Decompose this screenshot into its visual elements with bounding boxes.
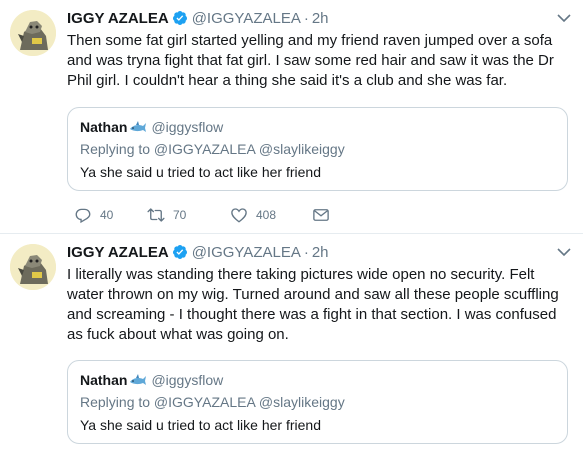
retweet-button[interactable]: 70	[147, 205, 186, 225]
retweet-count: 70	[173, 208, 187, 222]
shark-emoji-icon	[130, 374, 147, 385]
replying-to: Replying to @IGGYAZALEA @slaylikeiggy	[80, 141, 345, 157]
timestamp[interactable]: 2h	[312, 244, 329, 261]
quoted-tweet[interactable]: Nathan @iggysflow Replying to @IGGYAZALEA…	[67, 360, 568, 444]
quoted-tweet-text: Ya she said u tried to act like her frie…	[80, 417, 321, 433]
tweet-text: Then some fat girl started yelling and m…	[67, 32, 554, 89]
quoted-author-handle: @iggysflow	[151, 372, 224, 388]
like-button[interactable]: 408	[230, 205, 276, 225]
separator-dot: ·	[303, 244, 309, 261]
direct-message-button[interactable]	[312, 205, 330, 225]
like-count: 408	[256, 208, 277, 222]
tweet[interactable]: IGGY AZALEA @IGGYAZALEA · 2h I literally wa…	[0, 234, 583, 455]
quoted-author-handle: @iggysflow	[151, 119, 224, 135]
reply-icon	[75, 208, 91, 224]
author-name[interactable]: IGGY AZALEA	[67, 10, 169, 27]
reply-count: 40	[100, 208, 114, 222]
direct-message-icon	[313, 209, 329, 221]
author-handle[interactable]: @IGGYAZALEA	[192, 244, 301, 261]
replying-to: Replying to @IGGYAZALEA @slaylikeiggy	[80, 394, 345, 410]
quoted-tweet-text: Ya she said u tried to act like her frie…	[80, 164, 321, 180]
chevron-down-icon[interactable]	[557, 13, 571, 23]
tweet-text: I literally was standing there taking pi…	[67, 266, 559, 343]
author-name[interactable]: IGGY AZALEA	[67, 244, 169, 261]
timestamp[interactable]: 2h	[312, 10, 329, 27]
quoted-author-name: Nathan	[80, 119, 128, 135]
verified-badge-icon	[172, 11, 187, 25]
avatar[interactable]	[10, 10, 56, 56]
verified-badge-icon	[172, 245, 187, 259]
retweet-icon	[147, 208, 165, 222]
tweet[interactable]: IGGY AZALEA @IGGYAZALEA · 2h Then some fat …	[0, 0, 583, 233]
reply-button[interactable]: 40	[74, 205, 113, 225]
like-icon	[231, 208, 247, 223]
author-handle[interactable]: @IGGYAZALEA	[192, 10, 301, 27]
separator-dot: ·	[303, 10, 309, 27]
quoted-author-name: Nathan	[80, 372, 128, 388]
quoted-tweet[interactable]: Nathan @iggysflow Replying to @IGGYAZALEA…	[67, 107, 568, 191]
chevron-down-icon[interactable]	[557, 247, 571, 257]
avatar[interactable]	[10, 244, 56, 290]
shark-emoji-icon	[130, 121, 147, 132]
